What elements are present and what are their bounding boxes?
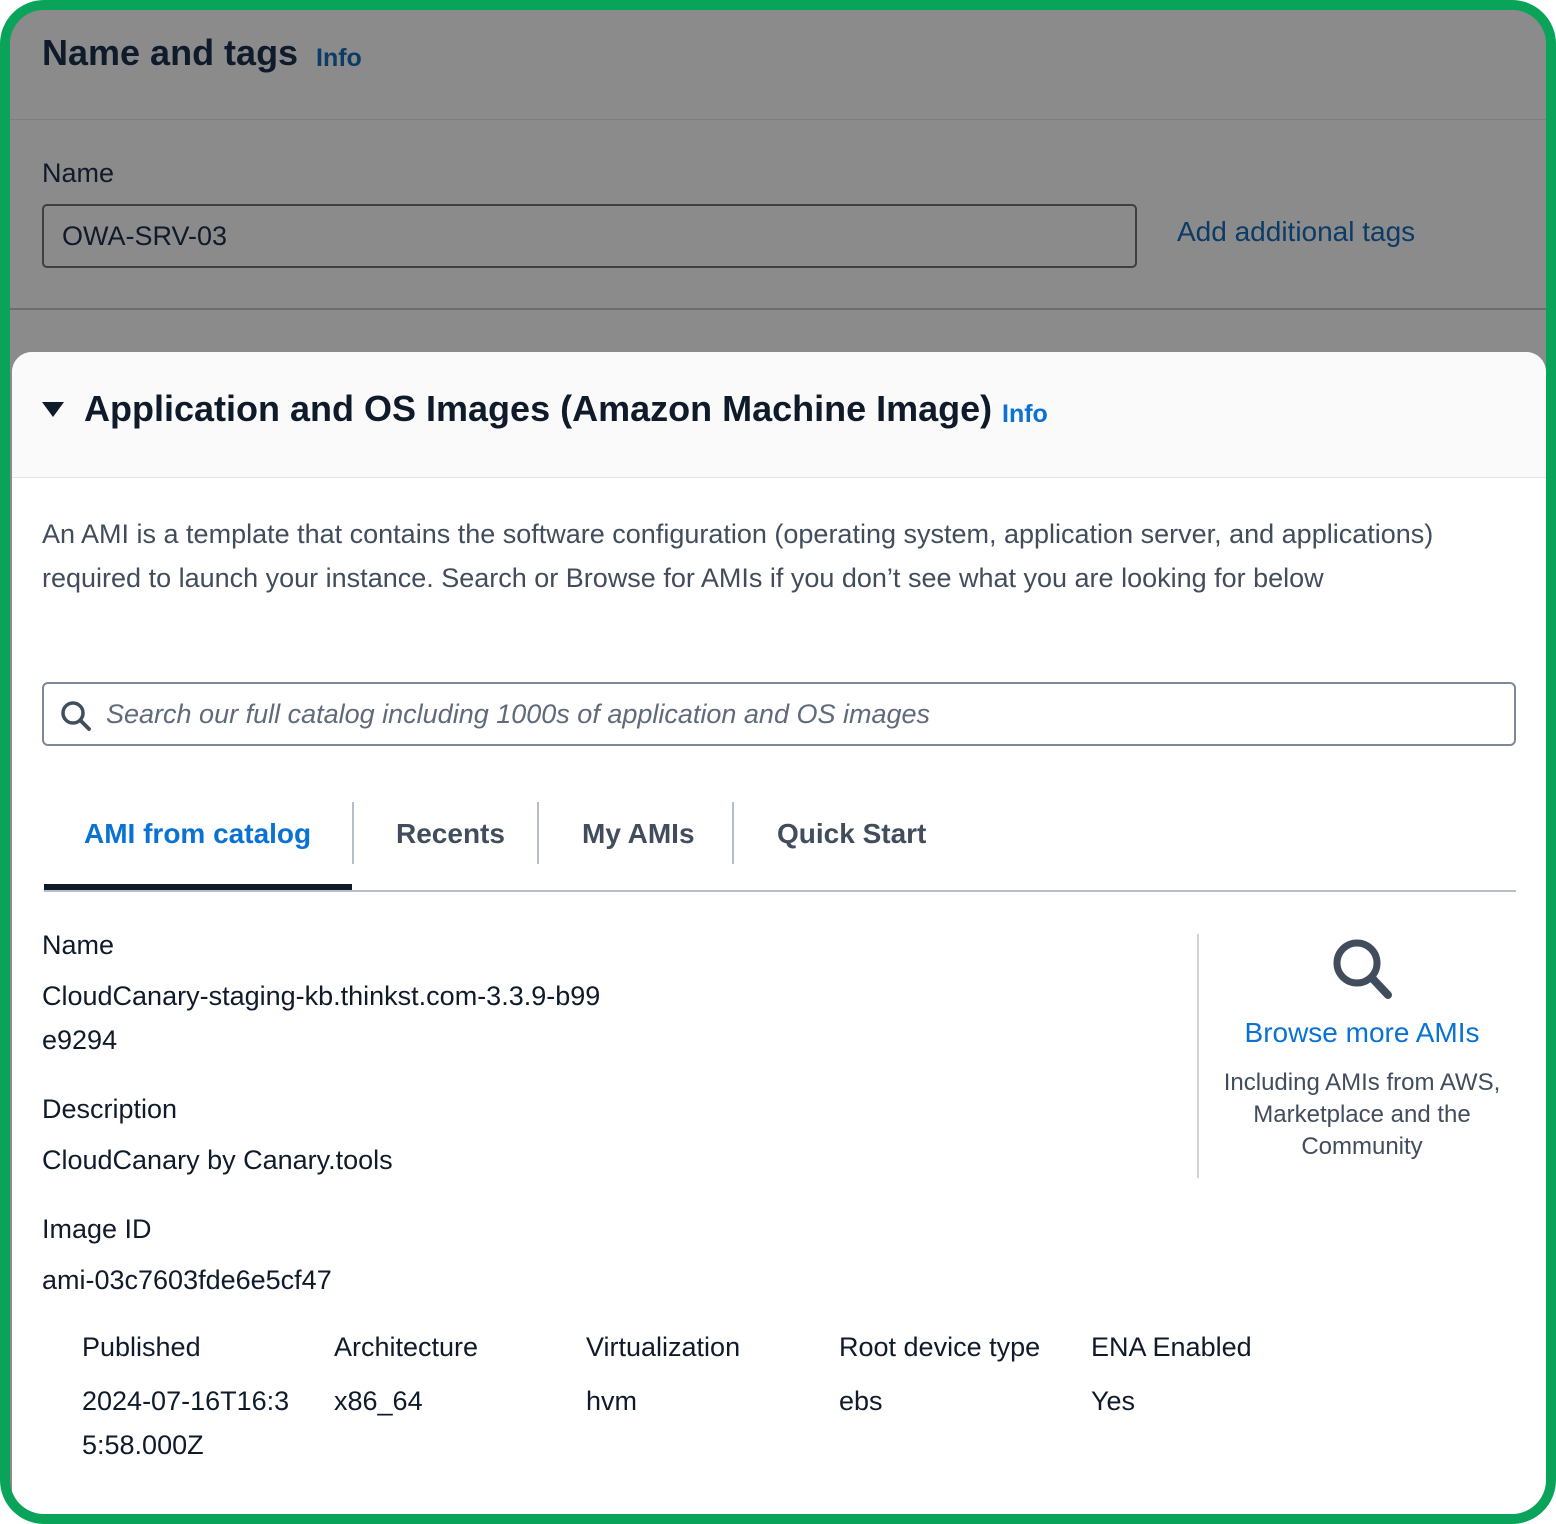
- virtualization-value: hvm: [586, 1386, 638, 1416]
- screenshot-frame: Name and tags Info Name Add additional t…: [0, 0, 1556, 1524]
- tab-recents[interactable]: Recents: [396, 802, 505, 890]
- meta-root-device-type: Root device type ebs: [839, 1332, 1079, 1423]
- ami-search-input[interactable]: [106, 686, 1496, 742]
- search-icon: [61, 701, 91, 731]
- meta-published: Published 2024-07-16T16:35:58.000Z: [82, 1332, 322, 1467]
- published-label: Published: [82, 1332, 201, 1362]
- tab-separator: [537, 802, 539, 864]
- ena-enabled-value: Yes: [1091, 1386, 1136, 1416]
- tab-separator: [732, 802, 734, 864]
- panel-divider: [10, 308, 1546, 310]
- ami-description-value: CloudCanary by Canary.tools: [42, 1145, 393, 1175]
- ami-section-card: Application and OS Images (Amazon Machin…: [12, 352, 1546, 1514]
- architecture-label: Architecture: [334, 1332, 479, 1362]
- root-device-type-label: Root device type: [839, 1332, 1041, 1362]
- name-field-label: Name: [42, 158, 115, 188]
- ami-description-text: An AMI is a template that contains the s…: [42, 519, 1434, 593]
- active-tab-indicator: [44, 884, 352, 890]
- name-and-tags-panel: Name and tags Info Name Add additional t…: [10, 10, 1546, 352]
- image-id-value: ami-03c7603fde6e5cf47: [42, 1265, 332, 1295]
- name-and-tags-info-link[interactable]: Info: [316, 44, 362, 73]
- browse-more-amis-block: Browse more AMIs Including AMIs from AWS…: [1212, 937, 1512, 1163]
- meta-architecture: Architecture x86_64: [334, 1332, 574, 1423]
- ami-section-title: Application and OS Images (Amazon Machin…: [84, 388, 993, 429]
- name-input[interactable]: [42, 204, 1137, 268]
- ami-name-value: CloudCanary-staging-kb.thinkst.com-3.3.9…: [42, 981, 601, 1055]
- collapse-caret-icon[interactable]: [42, 402, 64, 417]
- virtualization-label: Virtualization: [586, 1332, 741, 1362]
- tab-ami-from-catalog[interactable]: AMI from catalog: [84, 802, 311, 890]
- image-id-label: Image ID: [42, 1214, 152, 1244]
- ami-name-label: Name: [42, 930, 115, 960]
- ami-section-info-link[interactable]: Info: [1002, 400, 1048, 429]
- add-additional-tags-link[interactable]: Add additional tags: [1177, 216, 1415, 248]
- name-and-tags-header: Name and tags Info: [10, 10, 1546, 120]
- meta-virtualization: Virtualization hvm: [586, 1332, 826, 1423]
- ena-enabled-label: ENA Enabled: [1091, 1332, 1252, 1362]
- ami-description-label: Description: [42, 1094, 178, 1124]
- published-value: 2024-07-16T16:35:58.000Z: [82, 1386, 290, 1460]
- root-device-type-value: ebs: [839, 1386, 883, 1416]
- ami-section-header: Application and OS Images (Amazon Machin…: [12, 352, 1546, 478]
- browse-divider: [1197, 934, 1199, 1178]
- ami-search-box[interactable]: [42, 682, 1516, 746]
- tab-quick-start[interactable]: Quick Start: [777, 802, 926, 890]
- name-and-tags-title: Name and tags: [42, 32, 299, 73]
- ami-tabs: AMI from catalog Recents My AMIs Quick S…: [44, 802, 1516, 892]
- architecture-value: x86_64: [334, 1386, 423, 1416]
- meta-ena-enabled: ENA Enabled Yes: [1091, 1332, 1331, 1423]
- tab-my-amis[interactable]: My AMIs: [582, 802, 695, 890]
- browse-more-amis-subtext: Including AMIs from AWS, Marketplace and…: [1223, 1069, 1501, 1160]
- browse-more-amis-link[interactable]: Browse more AMIs: [1212, 1017, 1512, 1049]
- browse-search-icon: [1333, 939, 1392, 999]
- tab-separator: [352, 802, 354, 864]
